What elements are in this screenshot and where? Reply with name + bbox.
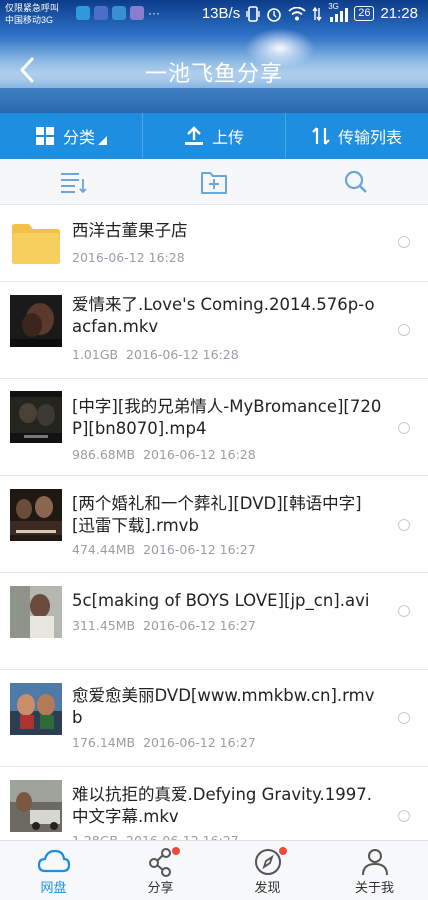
status-bar: 仅限紧急呼叫 中国移动3G ··· 13B/s 3G 26 21:28 bbox=[0, 0, 428, 30]
file-name: [两个婚礼和一个葬礼][DVD][韩语中字][迅雷下载].rmvb bbox=[72, 494, 362, 535]
file-size: 1.01GB bbox=[72, 347, 119, 362]
signal-icon: 3G bbox=[328, 2, 349, 22]
list-toolbar bbox=[0, 159, 428, 205]
tab-transfer-list[interactable]: 传输列表 bbox=[286, 113, 428, 159]
title-bar: 一池飞鱼分享 bbox=[0, 40, 428, 100]
more-icon: ··· bbox=[148, 6, 160, 20]
file-meta: 176.14MB 2016-06-12 16:27 bbox=[72, 735, 256, 750]
carrier-line1: 仅限紧急呼叫 bbox=[5, 3, 60, 13]
list-item[interactable]: [中字][我的兄弟情人-MyBromance][720P][bn8070].mp… bbox=[0, 379, 428, 476]
share-icon-wrap bbox=[144, 847, 180, 877]
file-size: 474.44MB bbox=[72, 542, 136, 557]
tab-upload[interactable]: 上传 bbox=[143, 113, 286, 159]
notification-badge bbox=[171, 847, 180, 855]
file-meta: 1.01GB 2016-06-12 16:28 bbox=[72, 347, 239, 362]
file-size: 311.45MB bbox=[72, 618, 136, 633]
grid-icon bbox=[35, 127, 54, 145]
file-meta: 986.68MB 2016-06-12 16:28 bbox=[72, 447, 256, 462]
select-radio[interactable] bbox=[398, 810, 410, 822]
dropdown-triangle-icon bbox=[98, 135, 107, 145]
file-name: 爱情来了.Love's Coming.2014.576p-oacfan.mkv bbox=[72, 295, 375, 336]
list-item[interactable]: 西洋古董果子店 2016-06-12 16:28 bbox=[0, 205, 428, 282]
file-date: 2016-06-12 16:28 bbox=[143, 447, 256, 462]
file-size: 176.14MB bbox=[72, 735, 136, 750]
carrier-info: 仅限紧急呼叫 中国移动3G bbox=[5, 2, 59, 26]
file-date: 2016-06-12 16:27 bbox=[143, 618, 256, 633]
file-name: 愈爱愈美丽DVD[www.mmkbw.cn].rmvb bbox=[72, 686, 375, 727]
file-date: 2016-06-12 16:28 bbox=[72, 250, 185, 265]
list-item[interactable]: 愈爱愈美丽DVD[www.mmkbw.cn].rmvb 176.14MB 201… bbox=[0, 670, 428, 767]
list-item[interactable]: 爱情来了.Love's Coming.2014.576p-oacfan.mkv … bbox=[0, 282, 428, 379]
alarm-icon bbox=[267, 7, 282, 22]
video-thumbnail bbox=[10, 295, 62, 347]
file-date: 2016-06-12 16:27 bbox=[143, 542, 256, 557]
tab-upload-label: 上传 bbox=[211, 128, 244, 147]
clock: 21:28 bbox=[380, 5, 418, 22]
select-radio[interactable] bbox=[398, 605, 410, 617]
search-icon[interactable] bbox=[342, 169, 370, 195]
video-thumbnail bbox=[10, 586, 62, 638]
network-type: 3G bbox=[328, 1, 339, 11]
file-meta: 474.44MB 2016-06-12 16:27 bbox=[72, 542, 256, 557]
user-icon bbox=[361, 849, 388, 876]
transfer-arrows-icon bbox=[312, 127, 330, 145]
cloud-app-icon bbox=[112, 6, 126, 20]
folder-icon bbox=[12, 224, 60, 264]
action-tab-bar: 分类 上传 传输列表 bbox=[0, 113, 428, 159]
file-date: 2016-06-12 16:28 bbox=[126, 347, 239, 362]
sort-icon[interactable] bbox=[59, 169, 87, 195]
browser-icon bbox=[76, 6, 90, 20]
network-speed: 13B/s bbox=[201, 5, 241, 22]
nav-netdisk-label: 网盘 bbox=[40, 881, 67, 896]
status-right: 13B/s 3G 26 21:28 bbox=[201, 2, 418, 23]
cloud-icon bbox=[37, 849, 70, 873]
file-name: 5c[making of BOYS LOVE][jp_cn].avi bbox=[72, 591, 370, 610]
upload-icon bbox=[184, 126, 203, 145]
carrier-line2: 中国移动3G bbox=[5, 15, 54, 25]
nav-about-me[interactable]: 关于我 bbox=[321, 841, 428, 900]
nav-discover-label: 发现 bbox=[254, 881, 281, 896]
file-name: [中字][我的兄弟情人-MyBromance][720P][bn8070].mp… bbox=[72, 397, 382, 438]
notification-badge bbox=[278, 847, 287, 855]
file-name: 难以抗拒的真爱.Defying Gravity.1997.中文字幕.mkv bbox=[72, 785, 373, 826]
wifi-icon bbox=[288, 6, 306, 20]
nav-discover[interactable]: 发现 bbox=[214, 841, 321, 900]
file-date: 2016-06-12 16:27 bbox=[143, 735, 256, 750]
list-item[interactable]: [两个婚礼和一个葬礼][DVD][韩语中字][迅雷下载].rmvb 474.44… bbox=[0, 476, 428, 573]
file-list: 西洋古董果子店 2016-06-12 16:28 爱情来了.Love's Com… bbox=[0, 205, 428, 864]
notification-icons: ··· bbox=[76, 6, 160, 20]
battery-icon: 26 bbox=[354, 6, 375, 21]
select-radio[interactable] bbox=[398, 422, 410, 434]
vibrate-icon bbox=[246, 5, 260, 22]
app-icon bbox=[94, 6, 108, 20]
video-thumbnail bbox=[10, 489, 62, 541]
nav-share-label: 分享 bbox=[147, 881, 174, 896]
list-item[interactable]: 5c[making of BOYS LOVE][jp_cn].avi 311.4… bbox=[0, 573, 428, 670]
tab-category-label: 分类 bbox=[62, 128, 95, 147]
select-radio[interactable] bbox=[398, 236, 410, 248]
compass-icon-wrap bbox=[251, 847, 287, 877]
nav-netdisk[interactable]: 网盘 bbox=[0, 841, 107, 900]
file-name: 西洋古董果子店 bbox=[72, 221, 188, 240]
page-title: 一池飞鱼分享 bbox=[144, 62, 283, 87]
tab-category[interactable]: 分类 bbox=[0, 113, 143, 159]
video-thumbnail bbox=[10, 391, 62, 443]
file-size: 986.68MB bbox=[72, 447, 136, 462]
select-radio[interactable] bbox=[398, 324, 410, 336]
nav-about-me-label: 关于我 bbox=[354, 881, 394, 896]
data-arrows-icon bbox=[312, 6, 322, 21]
select-radio[interactable] bbox=[398, 712, 410, 724]
video-thumbnail bbox=[10, 683, 62, 735]
select-radio[interactable] bbox=[398, 519, 410, 531]
bottom-navigation: 网盘 分享 发现 关于我 bbox=[0, 840, 428, 900]
media-app-icon bbox=[130, 6, 144, 20]
file-meta: 311.45MB 2016-06-12 16:27 bbox=[72, 618, 256, 633]
video-thumbnail bbox=[10, 780, 62, 832]
tab-transfer-list-label: 传输列表 bbox=[337, 128, 402, 147]
nav-share[interactable]: 分享 bbox=[107, 841, 214, 900]
new-folder-icon[interactable] bbox=[200, 169, 228, 195]
